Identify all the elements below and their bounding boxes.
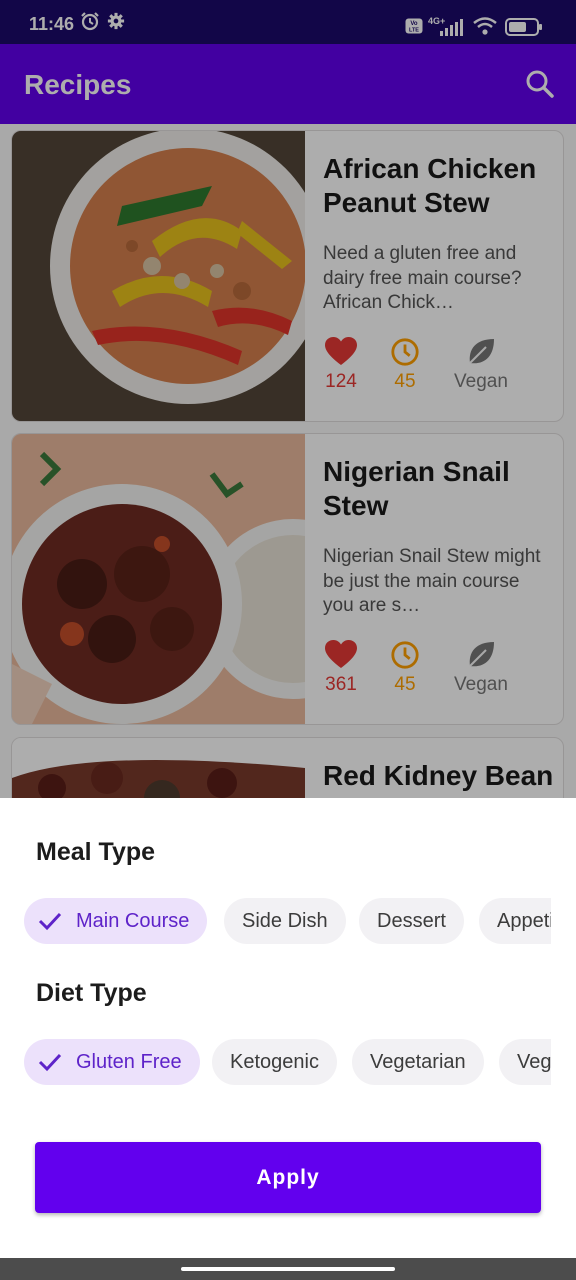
chip-label: Main Course bbox=[76, 910, 190, 932]
meal-type-chip-group[interactable]: Main Course Side Dish Dessert Appetizer bbox=[24, 898, 551, 946]
chip-main-course[interactable]: Main Course bbox=[24, 898, 208, 944]
chip-vegetarian[interactable]: Vegetarian bbox=[352, 1039, 484, 1085]
chip-dessert[interactable]: Dessert bbox=[359, 898, 464, 944]
chip-vegan[interactable]: Vegan bbox=[499, 1039, 551, 1085]
chip-label: Ketogenic bbox=[230, 1051, 319, 1073]
diet-type-chip-group[interactable]: Gluten Free Ketogenic Vegetarian Vegan bbox=[24, 1039, 551, 1087]
chip-side-dish[interactable]: Side Dish bbox=[224, 898, 346, 944]
chip-label: Vegetarian bbox=[370, 1051, 466, 1073]
system-nav-bar bbox=[0, 1258, 576, 1280]
chip-label: Vegan bbox=[517, 1051, 551, 1073]
check-icon bbox=[38, 912, 62, 931]
check-icon bbox=[38, 1053, 62, 1072]
chip-label: Dessert bbox=[377, 910, 446, 932]
diet-type-title: Diet Type bbox=[36, 979, 147, 1007]
chip-appetizer[interactable]: Appetizer bbox=[479, 898, 551, 944]
apply-button[interactable]: Apply bbox=[35, 1142, 541, 1213]
chip-label: Gluten Free bbox=[76, 1051, 182, 1073]
chip-label: Appetizer bbox=[497, 910, 551, 932]
home-indicator[interactable] bbox=[181, 1267, 395, 1271]
chip-label: Side Dish bbox=[242, 910, 328, 932]
chip-gluten-free[interactable]: Gluten Free bbox=[24, 1039, 200, 1085]
chip-ketogenic[interactable]: Ketogenic bbox=[212, 1039, 337, 1085]
meal-type-title: Meal Type bbox=[36, 838, 156, 866]
modal-scrim[interactable] bbox=[0, 0, 576, 800]
filter-bottom-sheet: Meal Type Main Course Side Dish Dessert … bbox=[0, 798, 576, 1258]
